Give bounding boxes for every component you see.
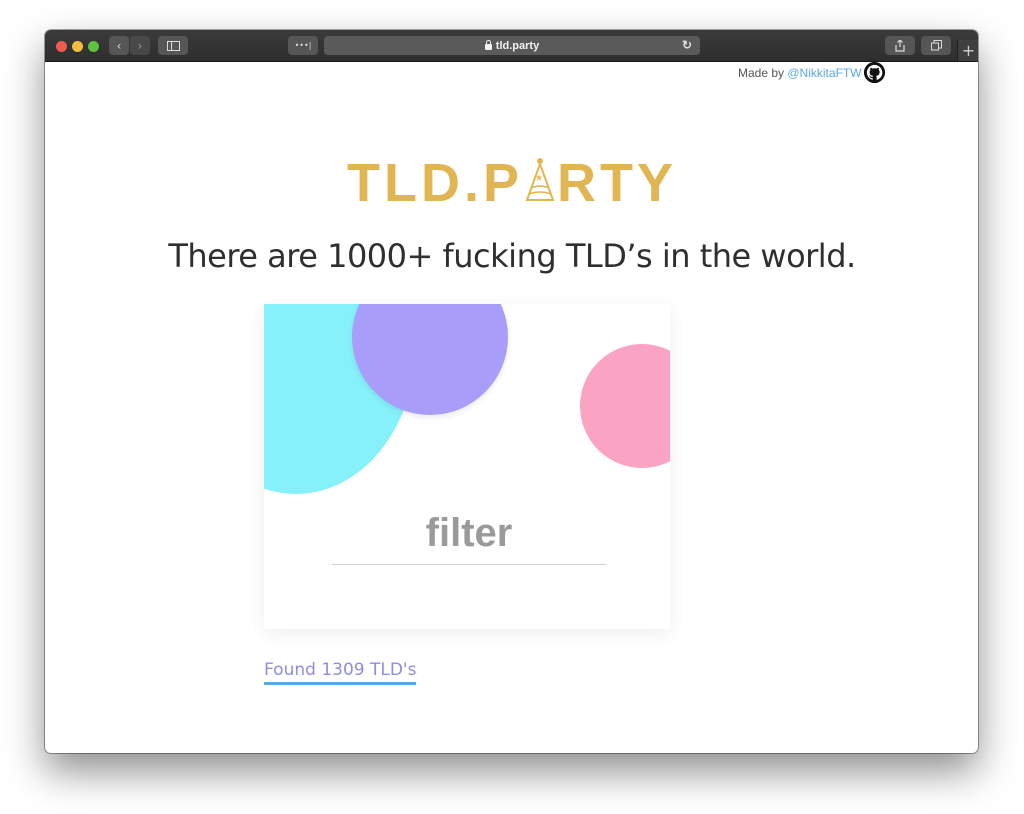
back-button[interactable]: ‹ (109, 36, 129, 55)
zoom-window-button[interactable] (88, 41, 99, 52)
github-link[interactable] (864, 62, 885, 83)
tabs-icon (930, 40, 942, 51)
browser-toolbar: ‹ › •••| tld.party ↻ + (45, 30, 978, 62)
share-button[interactable] (885, 36, 915, 55)
site-logo: TLD.P RTY (0, 153, 1024, 213)
close-window-button[interactable] (56, 41, 67, 52)
reload-icon[interactable]: ↻ (682, 38, 692, 52)
minimize-window-button[interactable] (72, 41, 83, 52)
address-bar[interactable]: tld.party ↻ (324, 36, 700, 55)
new-tab-button[interactable]: + (957, 40, 978, 61)
pink-circle-decoration (580, 344, 670, 468)
made-by-label: Made by (738, 66, 785, 80)
chevron-right-icon: › (137, 38, 143, 53)
share-icon (895, 39, 905, 52)
filter-input[interactable] (332, 502, 606, 565)
filter-card (264, 304, 670, 629)
tagline: There are 1000+ fucking TLD’s in the wor… (168, 237, 856, 275)
sidebar-toggle-button[interactable] (158, 36, 188, 55)
github-icon (864, 62, 885, 83)
sidebar-icon (166, 40, 180, 51)
url-text: tld.party (495, 39, 540, 52)
tab-dots-icon: •••| (294, 41, 312, 50)
forward-button[interactable]: › (130, 36, 150, 55)
made-by-credit: Made by @NikkitaFTW (738, 66, 862, 80)
author-link[interactable]: @NikkitaFTW (787, 66, 861, 80)
tabs-button[interactable] (921, 36, 951, 55)
party-hat-icon (523, 155, 557, 201)
logo-text-right: RTY (557, 153, 677, 213)
logo-text-left: TLD.P (347, 153, 523, 213)
lock-icon (484, 39, 492, 50)
tab-overview-button[interactable]: •••| (288, 36, 318, 55)
found-count: Found 1309 TLD's (264, 660, 417, 685)
chevron-left-icon: ‹ (116, 38, 122, 53)
